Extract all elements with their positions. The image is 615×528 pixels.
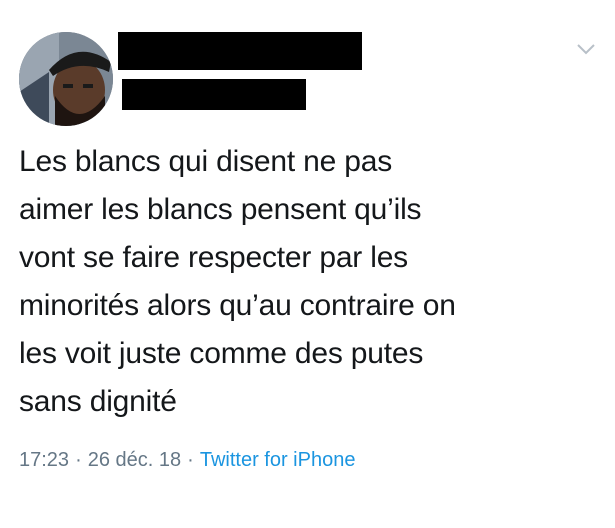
redacted-display-name bbox=[118, 32, 362, 70]
meta-separator: · bbox=[187, 449, 194, 471]
tweet-metadata: 17:23 · 26 déc. 18 · Twitter for iPhone bbox=[19, 446, 355, 474]
avatar-image bbox=[19, 32, 113, 126]
tweet-source-link[interactable]: Twitter for iPhone bbox=[200, 449, 356, 471]
tweet-text: Les blancs qui disent ne pas aimer les b… bbox=[19, 145, 456, 418]
chevron-down-icon[interactable] bbox=[575, 40, 597, 58]
avatar[interactable] bbox=[19, 32, 113, 126]
tweet-date[interactable]: 26 déc. 18 bbox=[88, 449, 181, 471]
redacted-username bbox=[122, 79, 306, 110]
tweet-time[interactable]: 17:23 bbox=[19, 449, 69, 471]
meta-separator: · bbox=[75, 449, 82, 471]
tweet-card: Les blancs qui disent ne pas aimer les b… bbox=[0, 0, 615, 528]
